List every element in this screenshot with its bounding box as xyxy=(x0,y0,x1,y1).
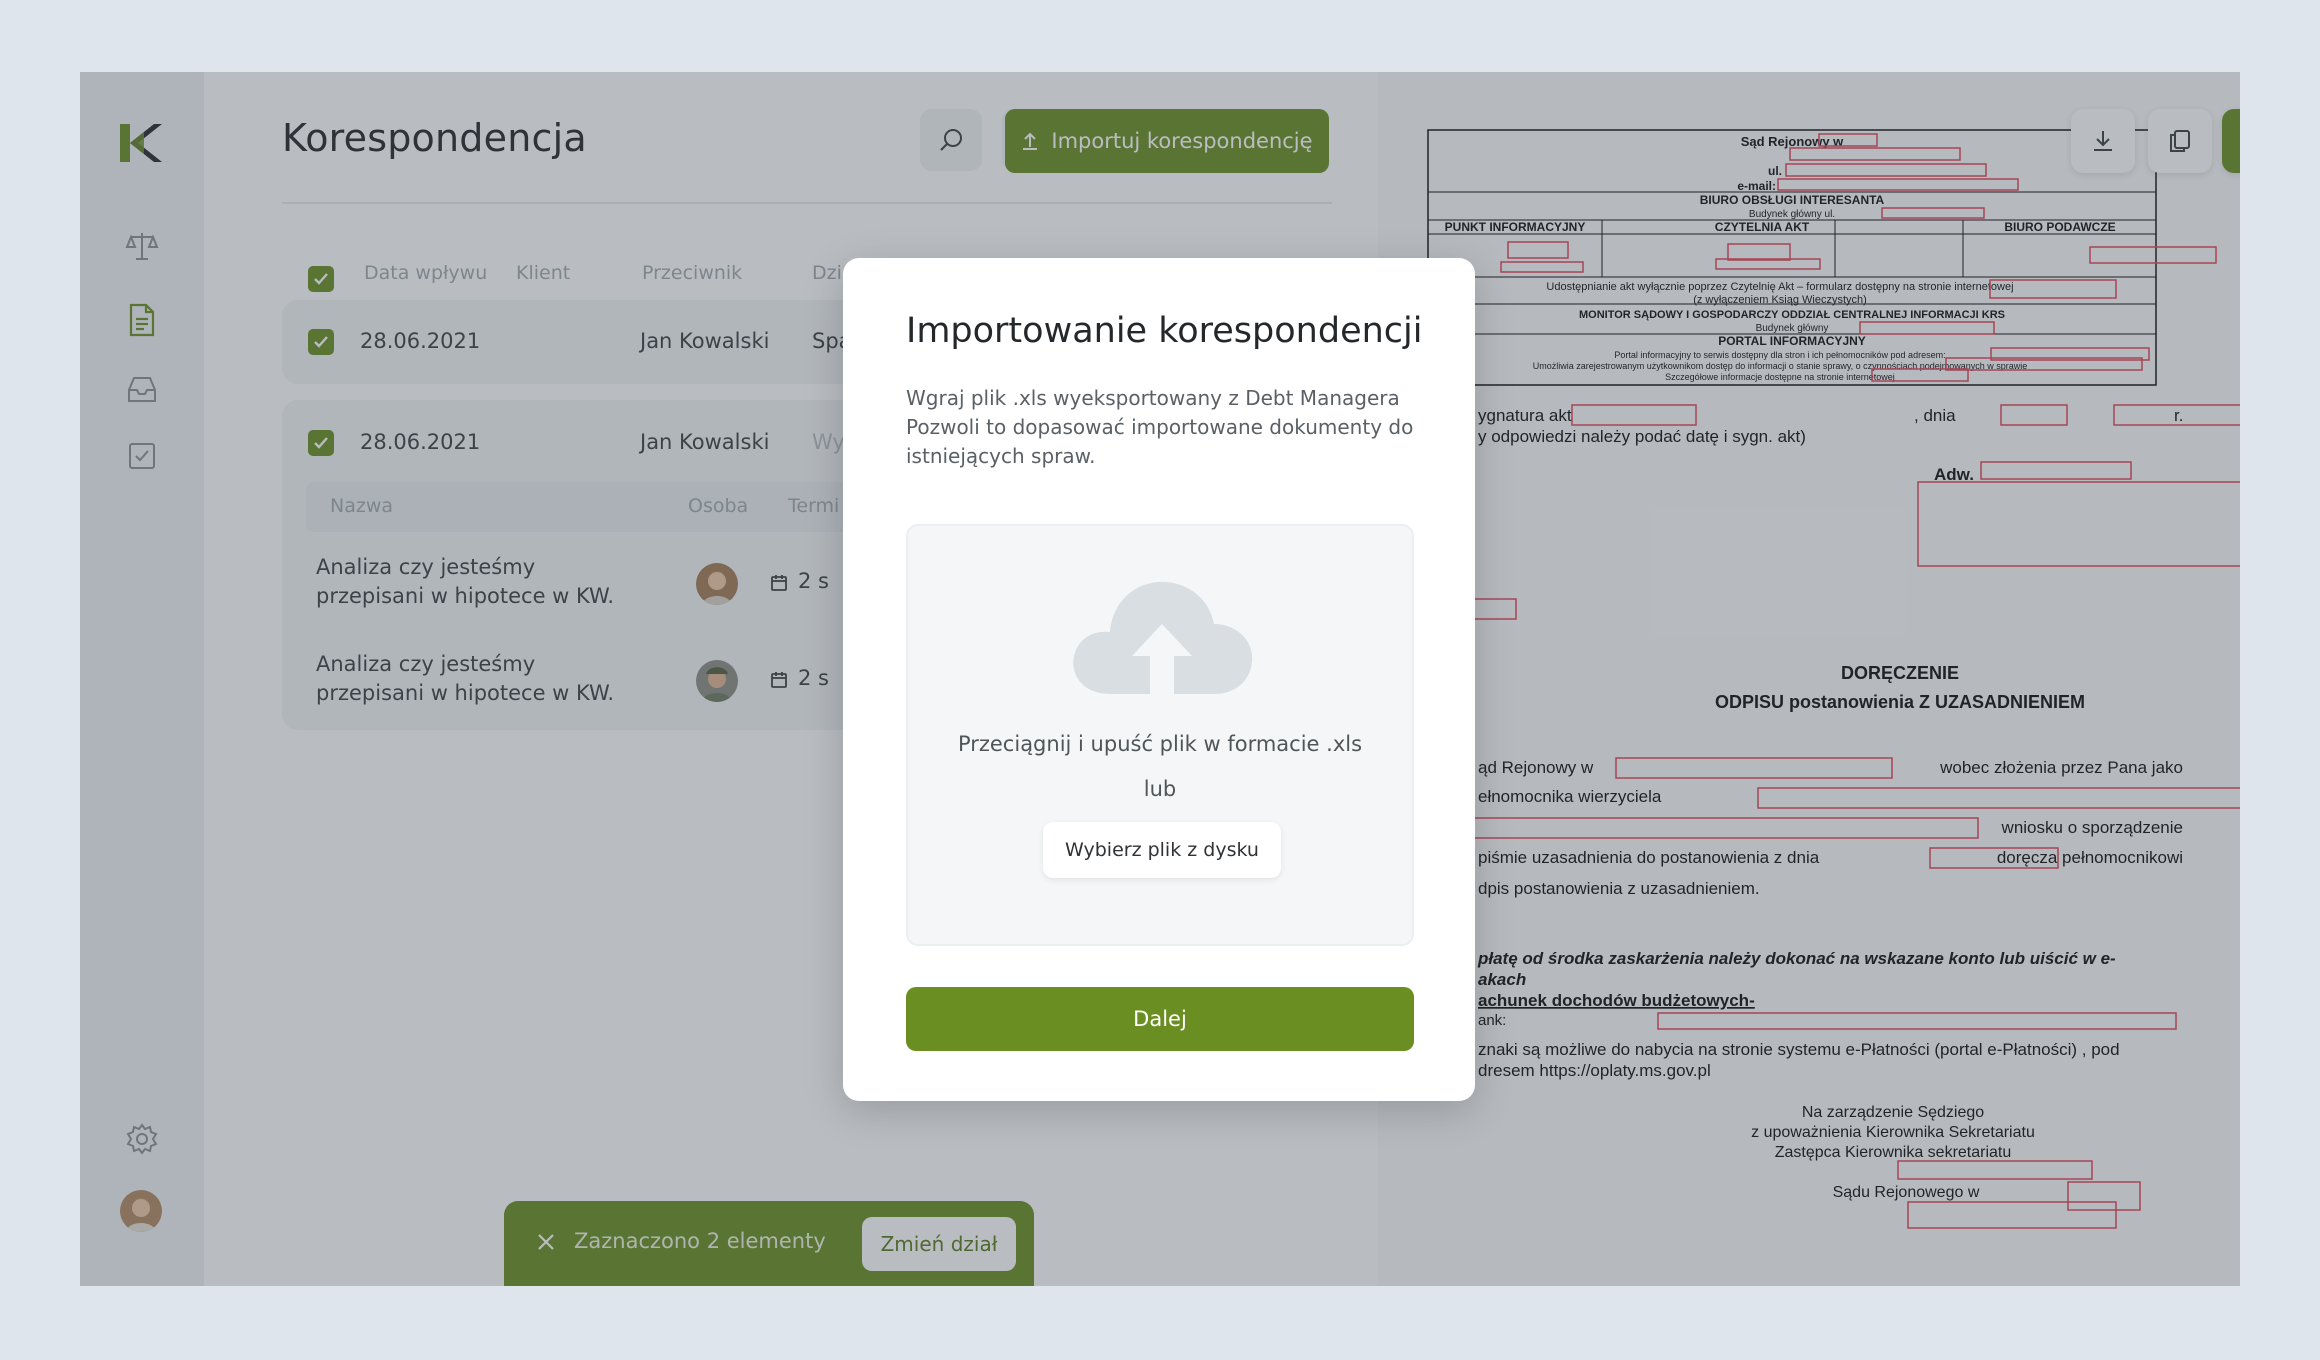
modal-title: Importowanie korespondencji xyxy=(906,311,1423,351)
file-dropzone[interactable]: Przeciągnij i upuść plik w formacie .xls… xyxy=(906,524,1414,946)
app-window: Korespondencja Importuj korespondencję D… xyxy=(80,72,2240,1286)
drop-text: Przeciągnij i upuść plik w formacie .xls xyxy=(957,732,1363,756)
next-button[interactable]: Dalej xyxy=(906,987,1414,1051)
or-text: lub xyxy=(1143,777,1177,801)
modal-description: Wgraj plik .xls wyeksportowany z Debt Ma… xyxy=(906,386,1414,468)
cloud-upload-icon xyxy=(1073,581,1253,694)
choose-file-button[interactable]: Wybierz plik z dysku xyxy=(1043,822,1281,878)
import-modal: Importowanie korespondencji Wgraj plik .… xyxy=(843,258,1475,1101)
